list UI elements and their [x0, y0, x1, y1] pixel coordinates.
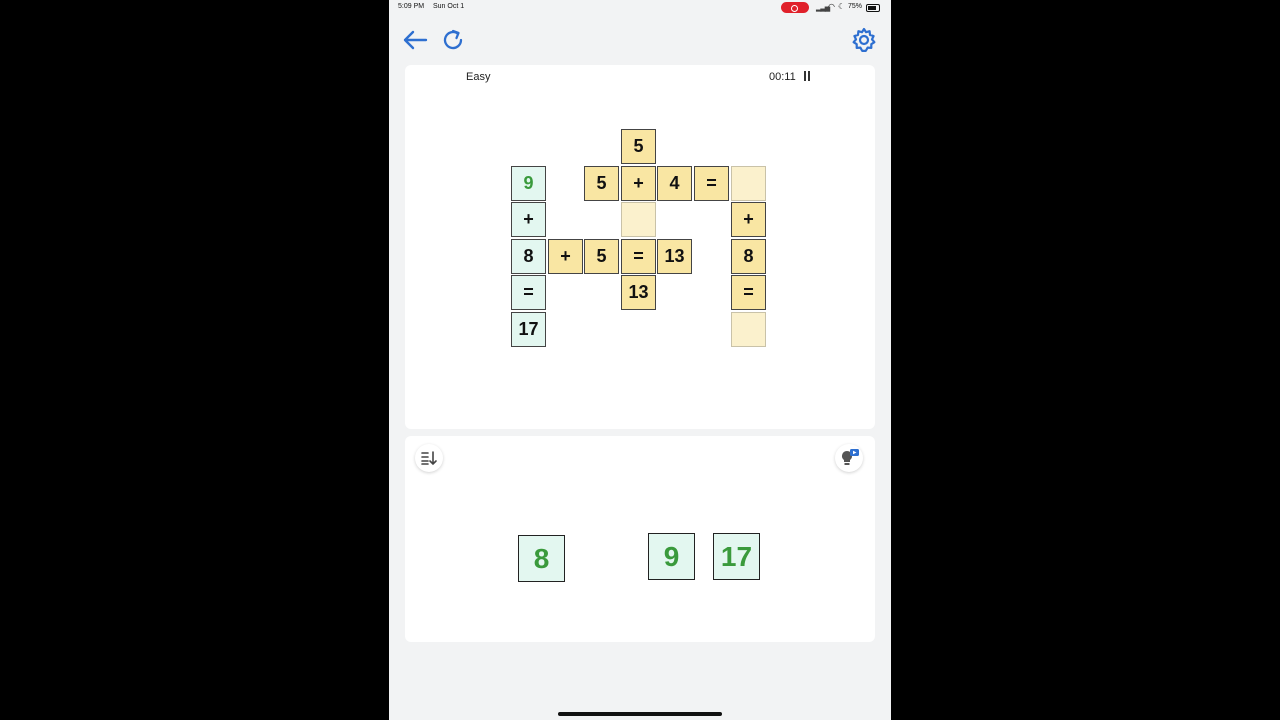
grid-cell: 5	[621, 129, 656, 164]
grid-cell: =	[694, 166, 729, 201]
number-tile[interactable]: 17	[713, 533, 760, 580]
grid-cell: 5	[584, 239, 619, 274]
gear-icon	[852, 27, 876, 52]
grid-cell: +	[548, 239, 583, 274]
empty-answer-cell[interactable]	[731, 312, 766, 347]
top-toolbar	[389, 18, 891, 62]
grid-cell: 8	[511, 239, 546, 274]
refresh-icon	[443, 29, 463, 50]
grid-cell: +	[621, 166, 656, 201]
empty-answer-cell[interactable]	[621, 202, 656, 237]
battery-percentage: 75%	[848, 3, 863, 10]
hint-button[interactable]	[835, 444, 863, 472]
grid-cell: 4	[657, 166, 692, 201]
battery-icon	[866, 4, 880, 12]
status-date: Sun Oct 1	[433, 3, 465, 10]
pause-icon[interactable]	[803, 71, 810, 81]
sort-button[interactable]	[415, 444, 443, 472]
status-time: 5:09 PM	[398, 3, 425, 10]
app-screen: 5:09 PM Sun Oct 1 ▂▃▅ ◠ ☾ 75% Easy 00:11…	[389, 0, 891, 720]
empty-answer-cell[interactable]	[731, 166, 766, 201]
number-tile[interactable]: 8	[518, 535, 565, 582]
difficulty-label: Easy	[466, 71, 491, 83]
grid-cell: 9	[511, 166, 546, 201]
grid-cell: 13	[657, 239, 692, 274]
settings-button[interactable]	[847, 23, 881, 57]
grid-cell: 8	[731, 239, 766, 274]
grid-cell: 17	[511, 312, 546, 347]
lightbulb-video-icon	[842, 449, 859, 465]
screen-recording-icon	[781, 2, 809, 13]
grid-cell: =	[511, 275, 546, 310]
sort-icon	[421, 451, 437, 466]
moon-icon: ☾	[838, 2, 846, 11]
grid-cell: 13	[621, 275, 656, 310]
refresh-button[interactable]	[436, 23, 470, 57]
grid-cell: =	[621, 239, 656, 274]
puzzle-board-card: Easy 00:11 5 9 5 +4 = + +8 +5 = 13 8 = 13 = 17	[405, 65, 875, 429]
number-tray-card: 8 9 17	[405, 436, 875, 642]
arrow-left-icon	[403, 30, 428, 50]
grid-cell: 5	[584, 166, 619, 201]
grid-cell: +	[731, 202, 766, 237]
number-tile[interactable]: 9	[648, 533, 695, 580]
home-indicator	[558, 712, 722, 716]
status-bar: 5:09 PM Sun Oct 1 ▂▃▅ ◠ ☾ 75%	[389, 0, 891, 16]
grid-cell: +	[511, 202, 546, 237]
wifi-icon: ◠	[828, 2, 835, 11]
grid-cell: =	[731, 275, 766, 310]
back-button[interactable]	[398, 23, 432, 57]
timer: 00:11	[769, 71, 796, 83]
